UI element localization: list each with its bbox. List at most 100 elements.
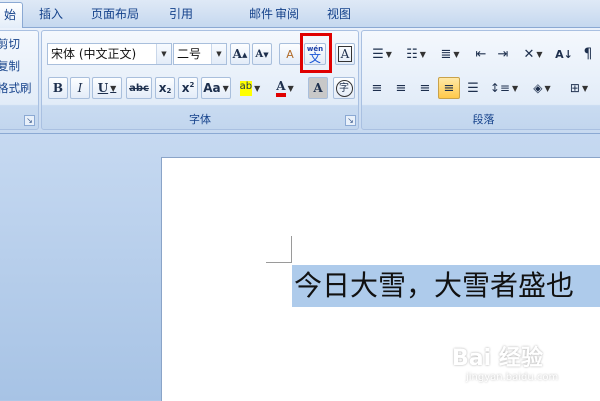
font-dialog-launcher[interactable]: ↘ xyxy=(345,115,356,126)
clipboard-dialog-launcher[interactable]: ↘ xyxy=(24,115,35,126)
shading-button[interactable]: ◈ ▼ xyxy=(525,77,559,99)
increase-indent-icon: ⇥ xyxy=(497,46,509,62)
align-center-icon: ≡ xyxy=(395,80,407,96)
bullet-list-icon: ☰ xyxy=(372,46,384,62)
copy-button[interactable]: 复制 xyxy=(0,58,20,74)
font-color-icon: A xyxy=(276,79,286,97)
align-right-icon: ≡ xyxy=(419,80,431,96)
paint-bucket-icon: ◈ xyxy=(533,81,543,95)
numbering-button[interactable]: ☷ ▼ xyxy=(400,43,432,65)
clear-formatting-button[interactable]: A xyxy=(279,43,301,65)
chevron-down-icon[interactable]: ▼ xyxy=(386,50,392,59)
enclose-characters-button[interactable]: 字 xyxy=(333,77,355,99)
strikethrough-button[interactable]: abc xyxy=(126,77,152,99)
tab-review[interactable]: 审阅 xyxy=(272,2,302,27)
page-margin-mark xyxy=(266,262,292,263)
decrease-indent-button[interactable]: ⇤ xyxy=(470,43,492,65)
chevron-down-icon[interactable]: ▼ xyxy=(211,44,226,64)
borders-button[interactable]: ⊞ ▼ xyxy=(562,77,596,99)
chevron-down-icon[interactable]: ▼ xyxy=(254,84,260,93)
font-color-button[interactable]: A ▼ xyxy=(269,77,301,99)
align-left-button[interactable]: ≡ xyxy=(366,77,388,99)
font-size-value: 二号 xyxy=(177,47,202,61)
font-name-value: 宋体 (中文正文) xyxy=(51,47,137,61)
chevron-down-icon[interactable]: ▼ xyxy=(110,83,116,93)
chevron-down-icon[interactable]: ▼ xyxy=(536,50,542,59)
font-size-combo[interactable]: 二号 ▼ xyxy=(173,43,227,65)
italic-icon: I xyxy=(77,81,83,95)
chinese-layout-button[interactable]: ✕ ▼ xyxy=(517,43,549,65)
subscript-icon: x xyxy=(158,81,167,95)
chevron-down-icon[interactable]: ▼ xyxy=(545,84,551,93)
line-spacing-icon: ↕≡ xyxy=(489,81,510,95)
align-right-button[interactable]: ≡ xyxy=(414,77,436,99)
distributed-align-button[interactable]: ☰ xyxy=(462,77,484,99)
font-name-combo[interactable]: 宋体 (中文正文) ▼ xyxy=(47,43,172,65)
line-spacing-button[interactable]: ↕≡ ▼ xyxy=(488,77,520,99)
document-text[interactable]: 今日大雪，大雪者盛也 xyxy=(294,266,574,306)
tab-page-layout[interactable]: 页面布局 xyxy=(88,2,142,27)
align-center-button[interactable]: ≡ xyxy=(390,77,412,99)
align-left-icon: ≡ xyxy=(371,80,383,96)
bold-icon: B xyxy=(52,81,64,95)
sort-icon: A↓ xyxy=(555,47,573,61)
character-shading-button[interactable]: A xyxy=(308,77,328,99)
ribbon-tab-bar: 始 插入 页面布局 引用 邮件 审阅 视图 xyxy=(0,0,600,28)
cut-button[interactable]: 剪切 xyxy=(0,36,20,52)
decrease-indent-icon: ⇤ xyxy=(475,46,487,62)
paragraph-mark-icon: ¶ xyxy=(583,46,593,62)
paragraph-group-label: 段落 xyxy=(472,113,495,126)
font-group-label: 字体 xyxy=(189,113,211,126)
tab-home[interactable]: 始 xyxy=(0,2,23,28)
increase-indent-button[interactable]: ⇥ xyxy=(492,43,514,65)
chevron-down-icon[interactable]: ▼ xyxy=(582,84,588,93)
page-margin-mark xyxy=(291,236,292,262)
tab-view[interactable]: 视图 xyxy=(324,2,354,27)
numbered-list-icon: ☷ xyxy=(406,46,418,62)
chevron-down-icon[interactable]: ▼ xyxy=(288,84,294,93)
format-painter-button[interactable]: 格式刷 xyxy=(0,80,32,96)
italic-button[interactable]: I xyxy=(70,77,90,99)
underline-icon: U xyxy=(97,81,109,95)
clipboard-group: 剪切 复制 格式刷 ↘ xyxy=(0,30,39,130)
watermark-url: jingyan.baidu.com xyxy=(466,372,559,383)
distributed-align-icon: ☰ xyxy=(467,80,479,96)
superscript-button[interactable]: x2 xyxy=(178,77,198,99)
justify-icon: ≡ xyxy=(443,80,455,96)
character-border-button[interactable]: A xyxy=(335,43,355,65)
grow-font-button[interactable]: A ▲ xyxy=(230,43,250,65)
bullets-button[interactable]: ☰ ▼ xyxy=(366,43,398,65)
chevron-down-icon[interactable]: ▼ xyxy=(512,84,518,93)
tab-insert[interactable]: 插入 xyxy=(36,2,66,27)
text-highlight-button[interactable]: ab ▼ xyxy=(234,77,266,99)
borders-icon: ⊞ xyxy=(569,81,580,95)
character-shading-icon: A xyxy=(313,81,323,95)
superscript-icon: x xyxy=(181,81,190,95)
show-hide-marks-button[interactable]: ¶ xyxy=(577,43,599,65)
multilevel-list-button[interactable]: ≣ ▼ xyxy=(434,43,466,65)
multilevel-list-icon: ≣ xyxy=(440,46,452,62)
chinese-layout-icon: ✕ xyxy=(523,46,535,62)
highlighter-icon: ab xyxy=(239,80,253,96)
underline-button[interactable]: U ▼ xyxy=(92,77,122,99)
bold-button[interactable]: B xyxy=(48,77,68,99)
eraser-icon: A xyxy=(286,47,294,61)
change-case-icon: Aa xyxy=(203,81,221,95)
chevron-down-icon[interactable]: ▼ xyxy=(156,44,171,64)
tab-references[interactable]: 引用 xyxy=(166,2,196,27)
shrink-font-button[interactable]: A ▼ xyxy=(252,43,272,65)
justify-button[interactable]: ≡ xyxy=(438,77,460,99)
subscript-button[interactable]: x2 xyxy=(155,77,175,99)
highlight-annotation-box xyxy=(300,33,332,73)
grow-font-icon: A xyxy=(232,47,242,61)
chevron-down-icon[interactable]: ▼ xyxy=(223,84,229,93)
character-border-icon: A xyxy=(337,46,353,62)
sort-button[interactable]: A↓ xyxy=(553,43,575,65)
watermark-logo: Bai 经验 xyxy=(452,346,543,371)
paragraph-group: ☰ ▼ ☷ ▼ ≣ ▼ ⇤ ⇥ ✕ ▼ A↓ ¶ ≡ ≡ ≡ ≡ ☰ ↕≡ ▼ … xyxy=(361,30,600,130)
chevron-down-icon[interactable]: ▼ xyxy=(453,50,459,59)
watermark: Bai 经验 jingyan.baidu.com xyxy=(452,340,558,383)
change-case-button[interactable]: Aa ▼ xyxy=(201,77,231,99)
chevron-down-icon[interactable]: ▼ xyxy=(420,50,426,59)
strikethrough-icon: abc xyxy=(129,82,149,94)
